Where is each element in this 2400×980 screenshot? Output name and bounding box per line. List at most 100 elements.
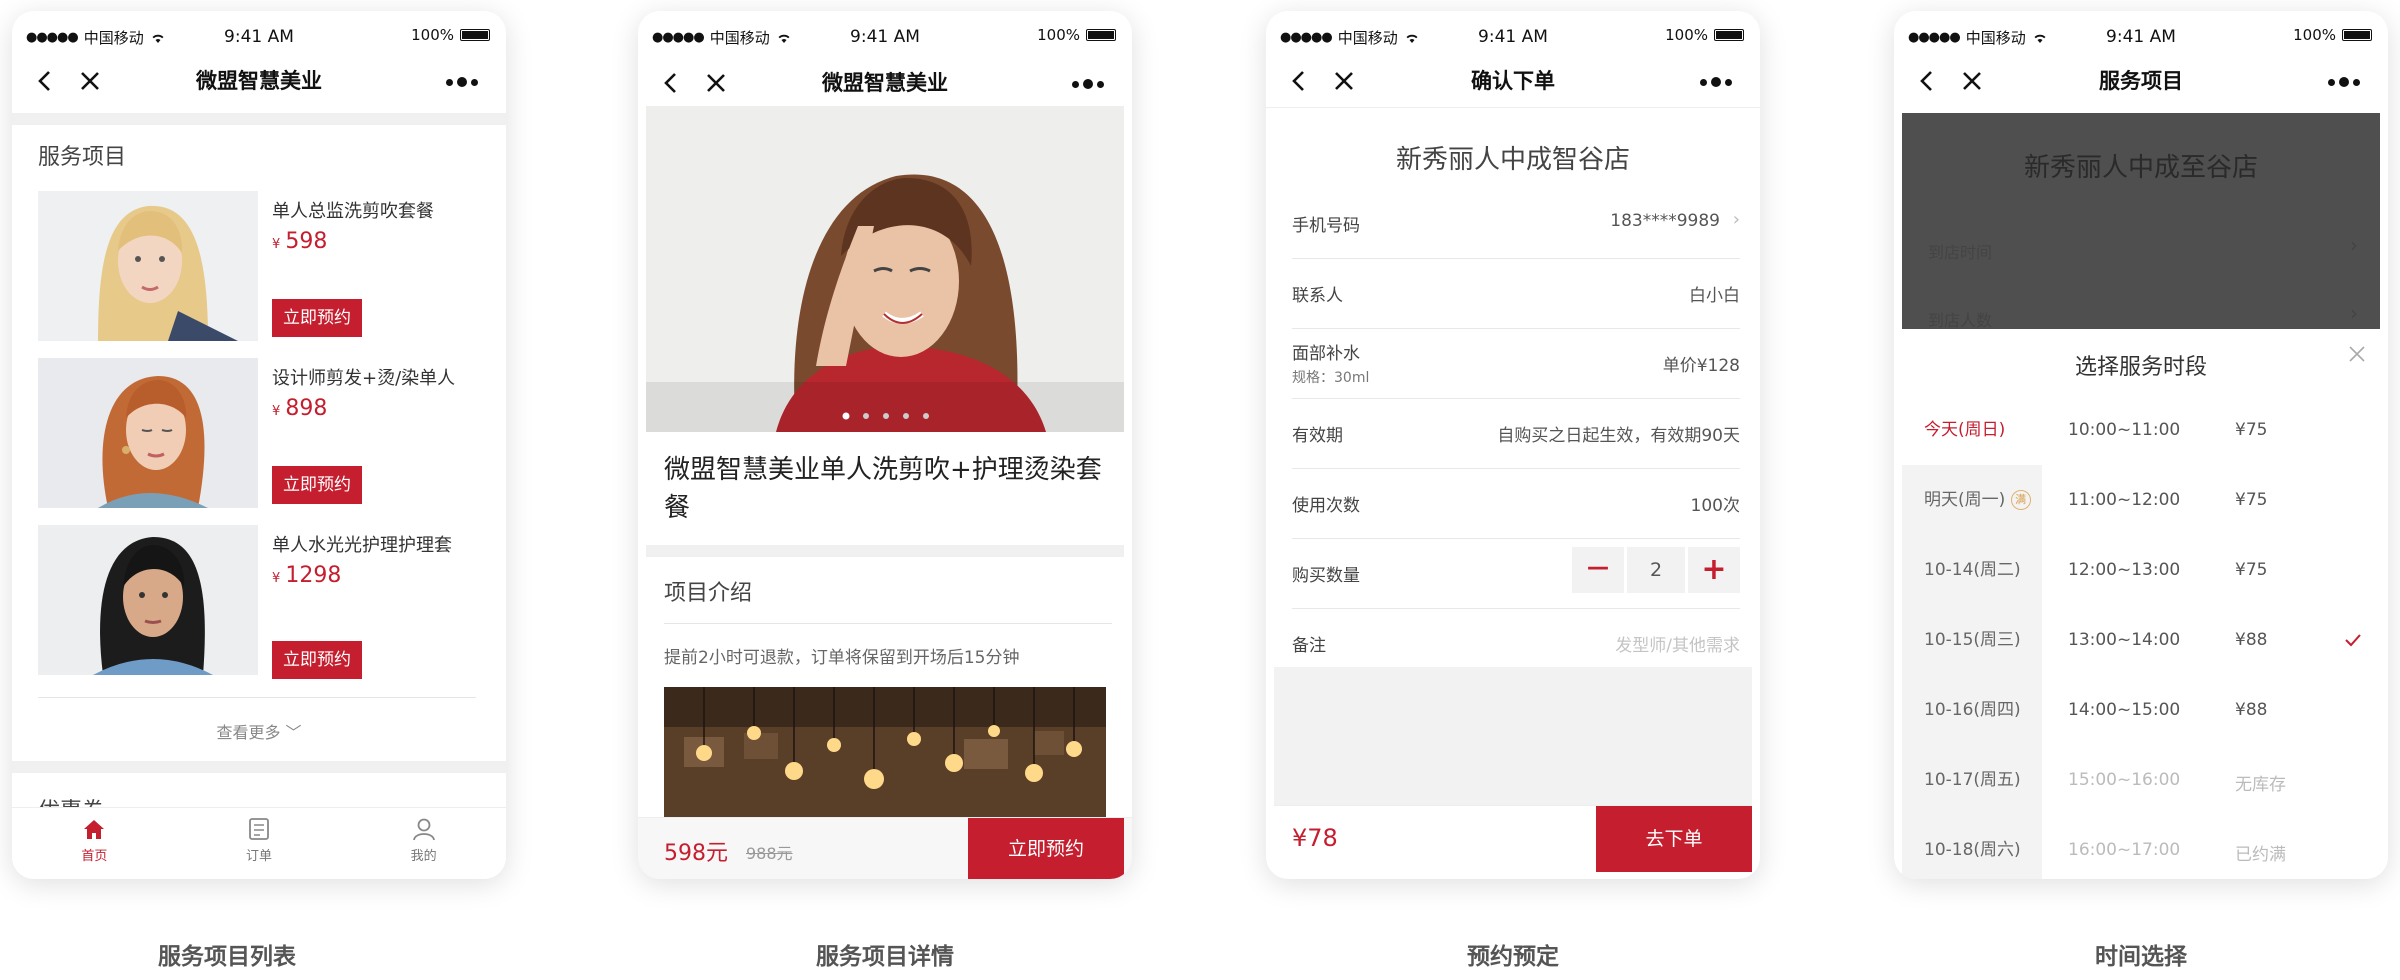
tab-bar: 首页 订单 我的: [12, 807, 506, 879]
increment-button[interactable]: +: [1688, 547, 1740, 593]
slot-day-label: 明天(周一): [1924, 490, 2006, 510]
more-icon[interactable]: [446, 77, 478, 87]
chevron-right-icon: ›: [2350, 233, 2358, 257]
slot-time: 10:00~11:00: [2068, 420, 2181, 440]
decrement-button[interactable]: －: [1572, 547, 1624, 593]
page-title: 微盟智慧美业: [196, 69, 322, 93]
total-price: ¥78: [1292, 824, 1338, 852]
page-title: 微盟智慧美业: [822, 71, 948, 95]
view-more-link[interactable]: 查看更多 ﹀: [12, 719, 506, 743]
submit-order-button[interactable]: 去下单: [1596, 806, 1752, 872]
more-icon[interactable]: [1072, 79, 1104, 89]
dimmed-overlay[interactable]: 新秀丽人中成至谷店 到店时间 › 到店人数 ›: [1902, 113, 2380, 331]
slot-day[interactable]: 10-15(周三): [1902, 605, 2042, 675]
bottom-bar: ¥78 去下单: [1274, 805, 1752, 872]
slot-day[interactable]: 10-18(周六): [1902, 815, 2042, 879]
phone-service-list: ●●●●● 中国移动 9:41 AM 100% 微盟智慧美业 服务项目 单人总监洗…: [12, 11, 506, 879]
tab-label: 我的: [410, 849, 437, 864]
divider: [664, 623, 1112, 624]
store-name: 新秀丽人中成智谷店: [1395, 145, 1630, 175]
chevron-right-icon: ›: [2350, 301, 2358, 325]
slot-day[interactable]: 10-16(周四): [1902, 675, 2042, 745]
book-button[interactable]: 立即预约: [272, 466, 362, 504]
slot-row[interactable]: 10-14(周二) 12:00~13:00 ¥75: [1902, 535, 2380, 605]
slot-status: 已约满: [2235, 845, 2286, 865]
quantity-value[interactable]: 2: [1627, 547, 1685, 593]
item-name: 单人总监洗剪吹套餐: [272, 201, 434, 222]
slot-row-selected[interactable]: 10-15(周三) 13:00~14:00 ¥88: [1902, 605, 2380, 675]
battery-icon: [460, 29, 490, 41]
user-icon: [412, 818, 435, 841]
nav-bar: 服务项目: [1894, 59, 2388, 105]
status-bar: ●●●●● 中国移动 9:41 AM 100%: [12, 11, 506, 61]
battery-label: 100%: [1665, 26, 1708, 44]
slot-day[interactable]: 明天(周一) 满: [1902, 465, 2042, 535]
status-bar: ●●●●● 中国移动 9:41 AM 100%: [1894, 11, 2388, 61]
slot-price: ¥88: [2235, 700, 2268, 720]
slot-row[interactable]: 明天(周一) 满 11:00~12:00 ¥75: [1902, 465, 2380, 535]
page-title: 服务项目: [2099, 69, 2183, 93]
hero-image[interactable]: [646, 106, 1124, 432]
slot-price: ¥75: [2235, 560, 2268, 580]
item-image-redhead: [38, 358, 258, 508]
list-item[interactable]: 设计师剪发+烫/染单人 ¥ 898 立即预约: [38, 358, 478, 508]
salon-image: [664, 687, 1106, 817]
book-now-button[interactable]: 立即预约: [968, 818, 1124, 879]
slot-price: ¥75: [2235, 420, 2268, 440]
slot-time: 14:00~15:00: [2068, 700, 2181, 720]
battery-label: 100%: [1037, 26, 1080, 44]
bottom-bar: 598元 988元 立即预约: [638, 817, 1132, 879]
slot-row[interactable]: 10-16(周四) 14:00~15:00 ¥88: [1902, 675, 2380, 745]
slot-time: 12:00~13:00: [2068, 560, 2181, 580]
item-image-blonde: [38, 191, 258, 341]
currency-symbol: ¥: [272, 571, 281, 586]
slot-day[interactable]: 10-17(周五): [1902, 745, 2042, 815]
slot-row[interactable]: 今天(周日) 10:00~11:00 ¥75: [1902, 395, 2380, 465]
phone-row[interactable]: 手机号码 183****9989 ›: [1292, 189, 1740, 259]
home-icon: [84, 820, 105, 839]
arrive-time-label: 到店时间: [1928, 243, 1993, 262]
item-price: 898: [285, 396, 328, 421]
time-sheet: 选择服务时段 今天(周日) 10:00~11:00 ¥75 明天(周一) 满 1…: [1902, 329, 2380, 879]
status-bar: ●●●●● 中国移动 9:41 AM 100%: [638, 11, 1132, 61]
view-more-label: 查看更多: [216, 723, 281, 742]
intro-title: 项目介绍: [664, 581, 753, 606]
phone-time-select: ●●●●● 中国移动 9:41 AM 100% 服务项目 新秀丽人中成至谷店 到店…: [1894, 11, 2388, 879]
book-button[interactable]: 立即预约: [272, 299, 362, 337]
contact-row[interactable]: 联系人 白小白: [1292, 259, 1740, 329]
product-title: 微盟智慧美业单人洗剪吹+护理烫染套餐: [664, 455, 1102, 523]
close-icon[interactable]: [2348, 345, 2366, 363]
slot-price: ¥75: [2235, 490, 2268, 510]
nav-bar: 微盟智慧美业: [638, 61, 1132, 107]
book-button[interactable]: 立即预约: [272, 641, 362, 679]
quantity-stepper[interactable]: － 2 +: [1572, 547, 1740, 593]
slot-day[interactable]: 10-14(周二): [1902, 535, 2042, 605]
item-name: 设计师剪发+烫/染单人: [272, 368, 456, 389]
page-title: 确认下单: [1471, 69, 1555, 93]
list-item[interactable]: 单人水光光护理护理套 ¥ 1298 立即预约: [38, 525, 478, 679]
full-badge: 满: [2010, 490, 2031, 510]
tab-label: 首页: [81, 849, 108, 864]
battery-icon: [1086, 29, 1116, 41]
contact-value: 白小白: [1689, 286, 1740, 306]
check-icon: [2345, 634, 2361, 647]
quantity-row: 购买数量 － 2 +: [1292, 539, 1740, 609]
slot-day[interactable]: 今天(周日): [1902, 395, 2042, 465]
more-icon[interactable]: [1700, 77, 1732, 87]
tab-orders[interactable]: 订单: [177, 808, 342, 879]
validity-row: 有效期 自购买之日起生效，有效期90天: [1292, 399, 1740, 469]
intro-text: 提前2小时可退款，订单将保留到开场后15分钟: [664, 648, 1020, 668]
list-item[interactable]: 单人总监洗剪吹套餐 ¥ 598 立即预约: [38, 191, 478, 341]
more-icon[interactable]: [2328, 77, 2360, 87]
note-input[interactable]: 发型师/其他需求: [1615, 631, 1740, 656]
currency-symbol: ¥: [272, 237, 281, 252]
currency-symbol: ¥: [272, 404, 281, 419]
tab-profile[interactable]: 我的: [341, 808, 506, 879]
caption-service-detail: 服务项目详情: [816, 944, 954, 970]
divider: [646, 545, 1124, 557]
slot-row-disabled: 10-17(周五) 15:00~16:00 无库存: [1902, 745, 2380, 815]
tab-home[interactable]: 首页: [12, 808, 177, 879]
unit-price: 单价¥128: [1662, 356, 1740, 376]
slot-row-disabled: 10-18(周六) 16:00~17:00 已约满: [1902, 815, 2380, 879]
order-icon: [249, 818, 269, 840]
